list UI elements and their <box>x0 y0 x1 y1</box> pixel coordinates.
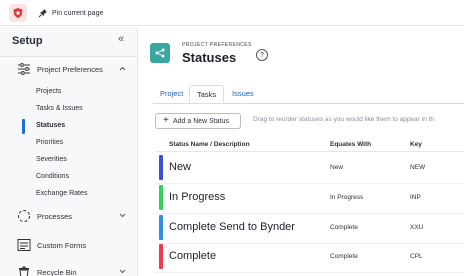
status-key: XXU <box>410 224 424 231</box>
share-nodes-icon <box>155 48 165 58</box>
table-row[interactable]: In Progress In Progress INP <box>155 184 464 214</box>
plus-icon: + <box>163 115 169 126</box>
sidebar-subitem-label: Tasks & Issues <box>36 105 83 112</box>
help-icon[interactable]: ? <box>256 49 268 61</box>
page-icon <box>150 43 170 63</box>
tab-divider <box>153 103 464 104</box>
table-row[interactable]: Complete Send to Bynder Complete XXU <box>155 214 464 244</box>
add-new-status-label: Add a New Status <box>173 118 230 125</box>
sidebar-subitem-exchange-rates[interactable]: Exchange Rates <box>0 186 138 203</box>
pin-current-page-label: Pin current page <box>52 9 104 17</box>
sidebar-subitem-statuses[interactable]: Statuses <box>0 118 138 135</box>
sidebar-subitem-projects[interactable]: Projects <box>0 84 138 101</box>
status-equates-with: New <box>330 164 344 171</box>
chevron-down-icon[interactable] <box>119 213 126 220</box>
status-name: Complete <box>169 250 217 262</box>
sidebar-subitem-severities[interactable]: Severities <box>0 152 138 169</box>
sidebar-subitem-tasks-issues[interactable]: Tasks & Issues <box>0 101 138 118</box>
status-equates-with: Complete <box>330 253 358 260</box>
table-row[interactable]: New New NEW <box>155 154 464 184</box>
sidebar-subitem-label: Projects <box>36 88 62 95</box>
column-header-status-name[interactable]: Status Name / Description <box>169 141 250 148</box>
setup-title: Setup <box>12 35 43 47</box>
form-icon <box>17 239 31 251</box>
page-eyebrow: PROJECT PREFERENCES <box>182 42 252 48</box>
add-new-status-button[interactable]: + Add a New Status <box>155 113 241 129</box>
top-bar: Pin current page <box>0 0 464 26</box>
main-content: PROJECT PREFERENCES Statuses ? Project T… <box>139 27 464 276</box>
status-color-swatch <box>159 244 163 269</box>
status-color-swatch <box>159 185 163 210</box>
status-name: New <box>169 161 192 173</box>
sidebar-subitem-label: Statuses <box>36 122 66 129</box>
status-name: In Progress <box>169 191 226 203</box>
status-key: NEW <box>410 164 426 171</box>
status-equates-with: Complete <box>330 224 358 231</box>
status-equates-with: In Progress <box>330 194 364 201</box>
row-divider <box>155 272 464 273</box>
column-header-key[interactable]: Key <box>410 141 422 148</box>
sidebar-item-label: Custom Forms <box>37 240 87 250</box>
status-key: INP <box>410 194 421 201</box>
trash-icon <box>19 266 29 276</box>
status-key: CPL <box>410 253 423 260</box>
setup-sidebar: Setup « Project Preferences Projects Tas… <box>0 27 138 276</box>
status-color-swatch <box>159 155 163 180</box>
sidebar-subitem-label: Conditions <box>36 173 70 180</box>
app-logo[interactable] <box>9 4 27 22</box>
active-indicator <box>22 119 25 134</box>
tab-project[interactable]: Project <box>153 85 190 103</box>
shield-icon <box>13 8 23 18</box>
status-name: Complete Send to Bynder <box>169 221 295 233</box>
sidebar-subitem-label: Exchange Rates <box>36 190 88 197</box>
process-icon <box>18 210 30 222</box>
table-header: Status Name / Description Equates With K… <box>155 138 464 152</box>
table-row[interactable]: ⋮ Complete Complete CPL <box>152 243 464 273</box>
sidebar-item-label: Project Preferences <box>37 64 103 74</box>
pin-current-page-button[interactable]: Pin current page <box>38 5 103 21</box>
sidebar-item-label: Recycle Bin <box>37 267 77 276</box>
collapse-sidebar-icon[interactable]: « <box>118 33 124 45</box>
pin-icon <box>38 9 47 18</box>
sidebar-subitem-conditions[interactable]: Conditions <box>0 169 138 186</box>
chevron-down-icon[interactable] <box>119 269 126 276</box>
sidebar-item-project-preferences[interactable]: Project Preferences <box>0 58 138 80</box>
sidebar-subitem-label: Priorities <box>36 139 64 146</box>
sidebar-subitem-label: Severities <box>36 156 67 163</box>
setup-header: Setup « <box>0 27 138 57</box>
sidebar-item-label: Processes <box>37 211 73 221</box>
drag-handle-icon[interactable]: ⋮ <box>152 253 158 260</box>
sidebar-item-recycle-bin[interactable]: Recycle Bin <box>0 261 138 276</box>
sidebar-item-custom-forms[interactable]: Custom Forms <box>0 234 138 256</box>
status-color-swatch <box>159 215 163 240</box>
reorder-hint: Drag to reorder statuses as you would li… <box>253 116 435 123</box>
tab-tasks[interactable]: Tasks <box>189 85 225 103</box>
column-header-equates-with[interactable]: Equates With <box>330 141 371 148</box>
chevron-up-icon[interactable] <box>119 66 126 73</box>
page-title: Statuses <box>182 50 237 65</box>
sliders-icon <box>18 63 30 75</box>
tab-issues[interactable]: Issues <box>225 85 261 103</box>
sidebar-subitem-priorities[interactable]: Priorities <box>0 135 138 152</box>
sidebar-item-processes[interactable]: Processes <box>0 205 138 227</box>
